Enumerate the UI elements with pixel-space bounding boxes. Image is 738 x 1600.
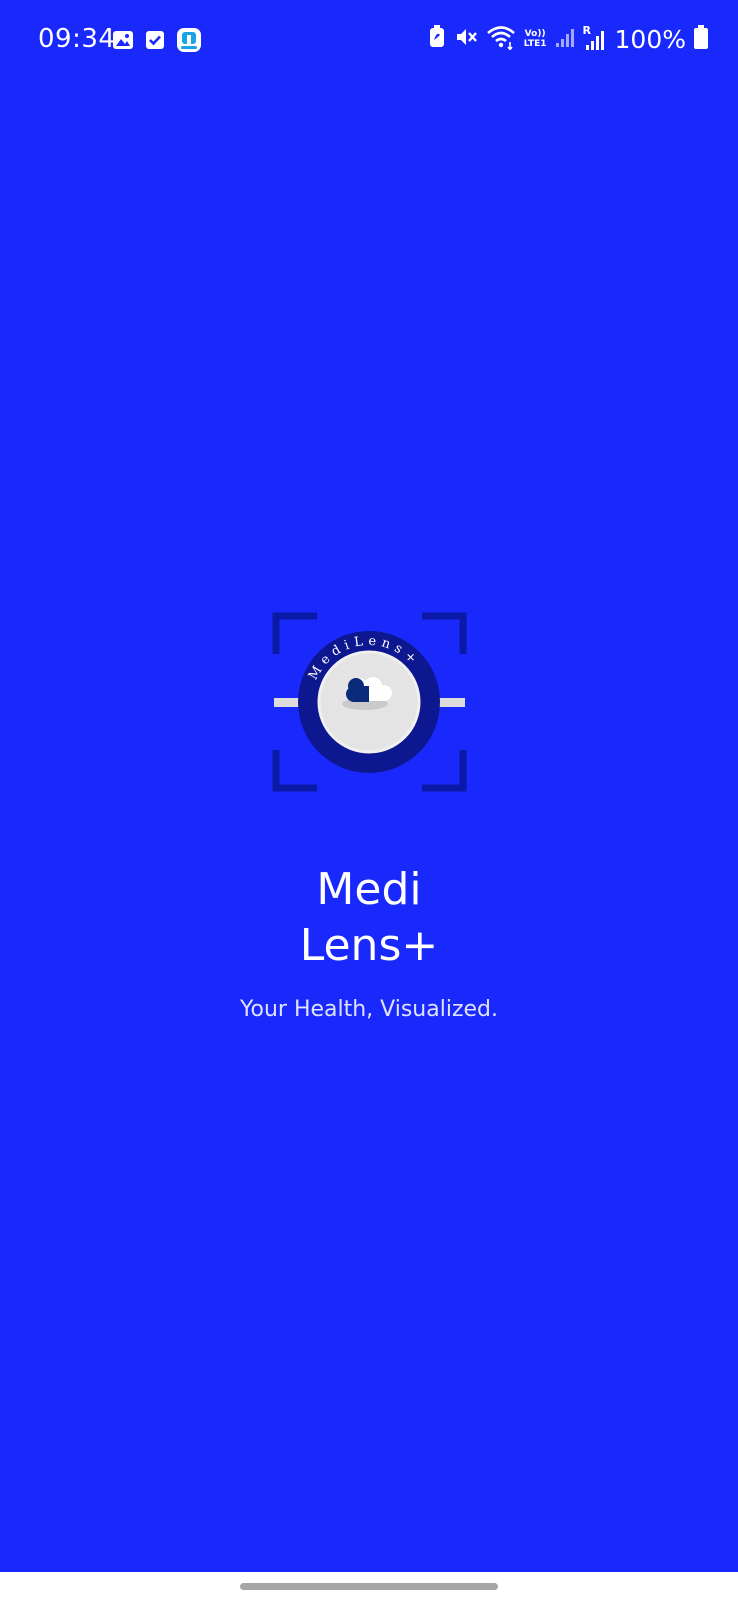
status-bar: 09:34 Vo)) LTE1 R 100%: [0, 0, 738, 80]
volte-label: Vo)): [524, 29, 546, 39]
app-title-line1: Medi: [316, 864, 422, 915]
app-tagline: Your Health, Visualized.: [239, 997, 499, 1022]
home-indicator[interactable]: [240, 1583, 498, 1590]
status-notification-icons: [112, 27, 202, 57]
mute-icon: [454, 25, 478, 53]
task-check-icon: [144, 29, 166, 55]
navigation-bar: [0, 1572, 738, 1600]
app-logo: MediLens+: [272, 612, 467, 792]
battery-icon: [694, 25, 708, 53]
battery-percent: 100%: [614, 24, 686, 54]
network-type-label: Vo)) LTE1: [524, 29, 547, 49]
app-notification-icon: [176, 27, 202, 57]
gallery-notification-icon: [112, 29, 134, 55]
battery-saver-icon: [428, 25, 446, 53]
app-title: Medi Lens+: [0, 862, 738, 974]
wifi-icon: [486, 24, 516, 54]
signal-roaming-icon: R: [583, 24, 607, 52]
signal-icon: [555, 25, 575, 53]
app-title-line2: Lens+: [299, 920, 439, 971]
status-system-icons: Vo)) LTE1 R 100%: [428, 24, 708, 54]
status-time: 09:34: [38, 24, 116, 54]
lte-label: LTE1: [523, 39, 547, 49]
